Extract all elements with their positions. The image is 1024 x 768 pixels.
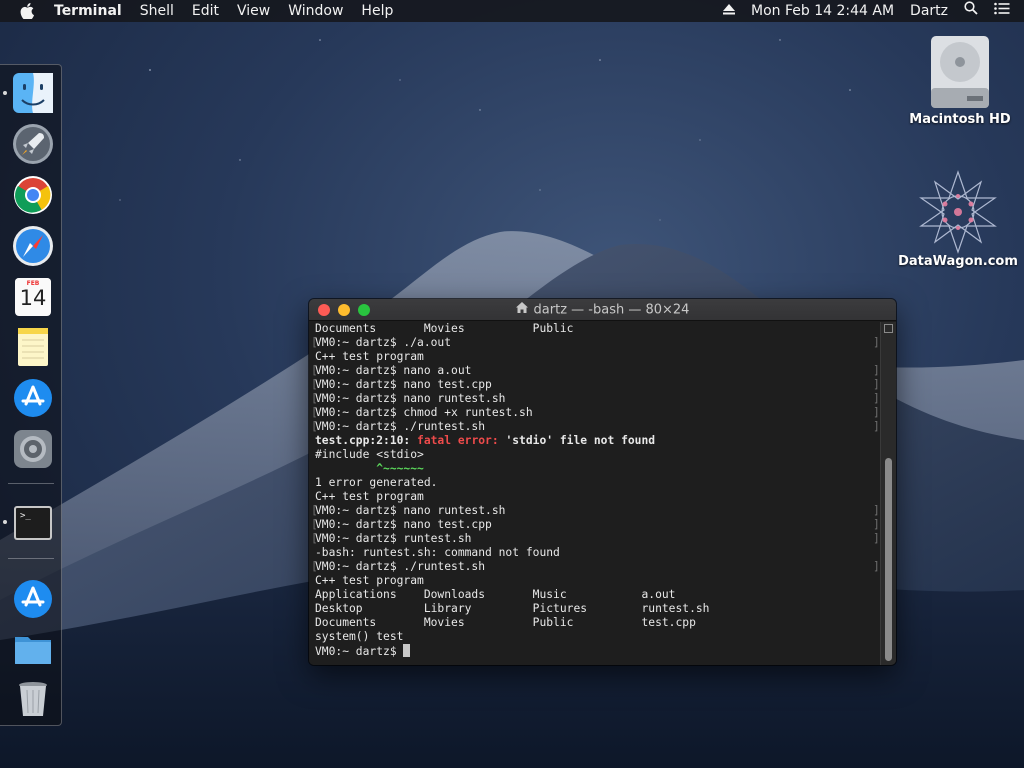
error-prefix: test.cpp:2:10: [315,434,418,447]
terminal-line-text: VM0:~ dartz$ nano runtest.sh [315,504,506,517]
calendar-day: 14 [19,286,47,310]
menu-clock[interactable]: Mon Feb 14 2:44 AM [751,0,894,22]
running-indicator [3,520,7,524]
terminal-window[interactable]: dartz — -bash — 80×24 Documents Movies P… [309,299,896,665]
terminal-line: [VM0:~ dartz$ nano runtest.sh] [311,392,880,405]
scrollbar-thumb[interactable] [885,458,892,661]
terminal-line-text: VM0:~ dartz$ ./a.out [315,336,452,349]
menu-window[interactable]: Window [288,0,343,22]
menu-user[interactable]: Dartz [910,0,948,22]
terminal-line-text: VM0:~ dartz$ ./runtest.sh [315,560,486,573]
desktop-icon-macintosh-hd[interactable]: Macintosh HD [906,32,1014,127]
terminal-line: #include <stdio> [315,448,424,461]
terminal-line: [VM0:~ dartz$ runtest.sh] [311,532,880,545]
text-cursor [403,644,411,657]
terminal-line-text: VM0:~ dartz$ nano runtest.sh [315,392,506,405]
eject-icon[interactable] [723,0,736,22]
chrome-icon[interactable] [12,174,54,216]
terminal-line: [VM0:~ dartz$ nano test.cpp] [311,378,880,391]
terminal-icon[interactable]: >_ [12,502,54,544]
dock-separator [8,483,54,484]
terminal-line: [VM0:~ dartz$ ./a.out] [311,336,880,349]
running-indicator [3,91,7,95]
window-title-text: dartz — -bash — 80×24 [533,302,690,318]
notification-center-icon[interactable] [994,0,1010,22]
finder-icon[interactable] [12,72,54,114]
error-label: fatal error: [417,434,499,447]
terminal-line-text: VM0:~ dartz$ nano a.out [315,364,472,377]
terminal-line: Applications Downloads Music a.out [315,588,676,601]
dock: FEB 14 >_ [0,64,62,726]
terminal-error-line: test.cpp:2:10: fatal error: 'stdio' file… [315,434,880,448]
menu-view[interactable]: View [237,0,270,22]
window-title: dartz — -bash — 80×24 [309,299,896,321]
menu-help[interactable]: Help [361,0,393,22]
terminal-line: [VM0:~ dartz$ chmod +x runtest.sh] [311,406,880,419]
terminal-line: C++ test program [315,350,424,363]
app-store-downloads-icon[interactable] [12,578,54,620]
terminal-line: [VM0:~ dartz$ ./runtest.sh] [311,420,880,433]
scroll-split-icon[interactable] [884,324,893,333]
terminal-line: Documents Movies Public test.cpp [315,616,696,629]
terminal-line: -bash: runtest.sh: command not found [315,546,560,559]
terminal-line: [VM0:~ dartz$ ./runtest.sh] [311,560,880,573]
safari-icon[interactable] [12,225,54,267]
terminal-line-text: VM0:~ dartz$ runtest.sh [315,532,472,545]
app-store-icon[interactable] [12,377,54,419]
spotlight-search-icon[interactable] [964,0,978,22]
terminal-line: C++ test program [315,490,424,503]
terminal-line: 1 error generated. [315,476,438,489]
desktop-icon-label: DataWagon.com [898,254,1018,269]
system-preferences-icon[interactable] [12,428,54,470]
folder-icon[interactable] [12,627,54,669]
window-titlebar[interactable]: dartz — -bash — 80×24 [309,299,896,321]
terminal-caret-line: ^~~~~~~ [315,462,424,475]
terminal-line: Documents Movies Public [315,322,574,335]
launchpad-icon[interactable] [12,123,54,165]
calendar-icon[interactable]: FEB 14 [12,275,54,317]
notes-icon[interactable] [12,325,54,367]
terminal-prompt: VM0:~ dartz$ [315,645,404,658]
terminal-line: system() test [315,630,404,643]
hard-drive-icon [931,36,989,108]
error-message: 'stdio' file not found [498,434,656,447]
terminal-line-text: VM0:~ dartz$ chmod +x runtest.sh [315,406,533,419]
terminal-output[interactable]: Documents Movies Public [VM0:~ dartz$ ./… [309,322,880,665]
desktop-icon-label: Macintosh HD [909,112,1011,127]
desktop: Terminal Shell Edit View Window Help Mon… [0,0,1024,768]
terminal-line: C++ test program [315,574,424,587]
dock-separator [8,558,54,559]
menu-edit[interactable]: Edit [192,0,219,22]
terminal-line-text: VM0:~ dartz$ nano test.cpp [315,518,492,531]
apple-menu-icon[interactable] [18,2,36,20]
vertical-scrollbar[interactable] [880,322,896,665]
menu-bar: Terminal Shell Edit View Window Help Mon… [0,0,1024,22]
menu-app-name[interactable]: Terminal [54,0,122,22]
terminal-line: [VM0:~ dartz$ nano runtest.sh] [311,504,880,517]
terminal-line-text: VM0:~ dartz$ ./runtest.sh [315,420,486,433]
menu-shell[interactable]: Shell [140,0,174,22]
terminal-line: [VM0:~ dartz$ nano a.out] [311,364,880,377]
terminal-line-text: VM0:~ dartz$ nano test.cpp [315,378,492,391]
datawagon-icon [919,170,997,254]
terminal-line: Desktop Library Pictures runtest.sh [315,602,710,615]
terminal-prompt: >_ [20,511,31,521]
terminal-prompt-line[interactable]: VM0:~ dartz$ [315,644,880,658]
trash-icon[interactable] [12,677,54,719]
desktop-icon-datawagon[interactable]: DataWagon.com [896,170,1020,269]
terminal-line: [VM0:~ dartz$ nano test.cpp] [311,518,880,531]
home-icon [515,299,528,321]
